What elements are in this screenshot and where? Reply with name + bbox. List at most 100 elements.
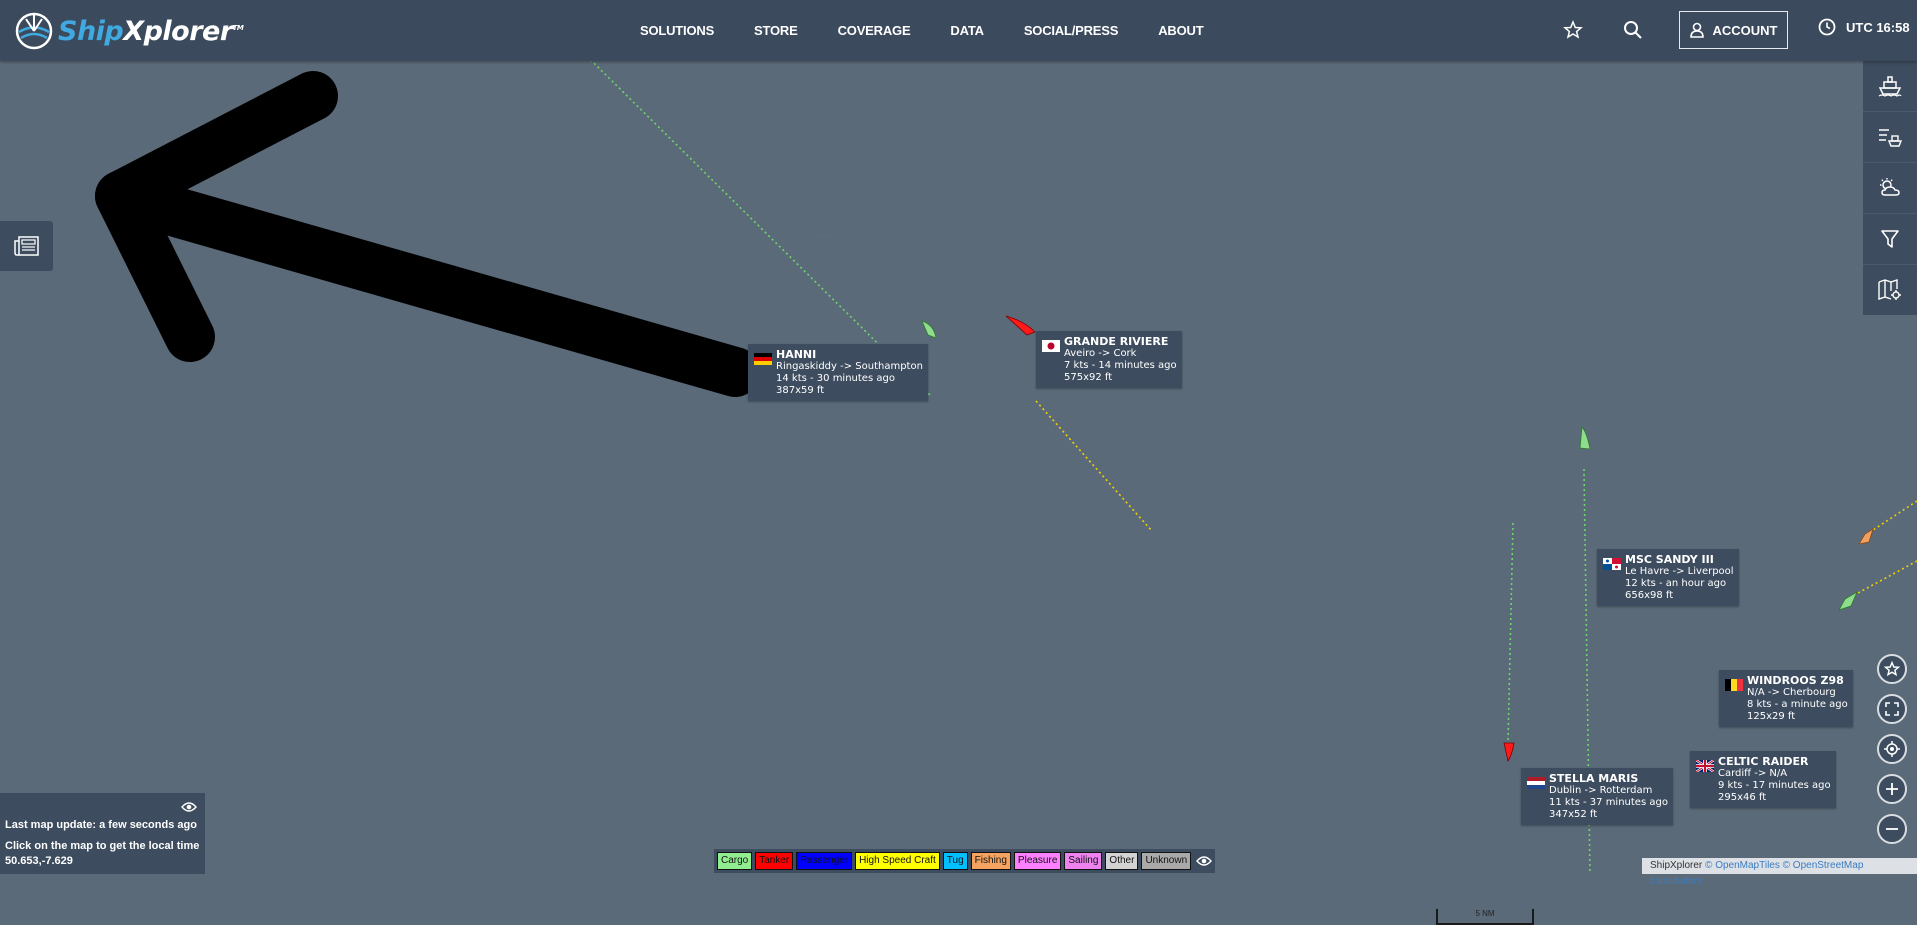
legend-pleasure[interactable]: Pleasure xyxy=(1013,852,1062,870)
ship-icon xyxy=(1878,76,1902,97)
fullscreen-icon xyxy=(1885,702,1899,716)
ship-name: WINDROOS Z98 xyxy=(1747,674,1844,687)
ship-route: Cardiff -> N/A xyxy=(1718,768,1788,779)
ship-size: 347x52 ft xyxy=(1549,809,1598,820)
ship-label-grande-riviere[interactable]: GRANDE RIVIERE Aveiro -> Cork 7 kts - 14… xyxy=(1036,331,1182,388)
nav-coverage[interactable]: COVERAGE xyxy=(838,23,911,38)
map-info-box: Last map update: a few seconds ago Click… xyxy=(0,793,205,874)
clock-time: UTC 16:58 xyxy=(1846,19,1910,35)
ship-status: 9 kts - 17 minutes ago xyxy=(1718,780,1831,791)
ship-label-celtic-raider[interactable]: CELTIC RAIDER Cardiff -> N/A 9 kts - 17 … xyxy=(1690,751,1836,808)
belgium-flag-icon xyxy=(1725,679,1743,691)
ship-track xyxy=(1507,522,1514,742)
shipxplorer-logo[interactable]: ShipXplorerTM xyxy=(14,10,244,52)
account-button[interactable]: ACCOUNT xyxy=(1679,11,1788,49)
ship-list-icon xyxy=(1879,129,1902,147)
nav-store[interactable]: STORE xyxy=(754,23,798,38)
ship-size: 656x98 ft xyxy=(1625,590,1674,601)
local-time-hint: Click on the map to get the local time xyxy=(5,840,200,852)
weather-button[interactable] xyxy=(1863,163,1917,214)
ship-icon-grande-riviere[interactable] xyxy=(1005,315,1036,336)
ship-route: Ringaskiddy -> Southampton xyxy=(776,361,923,372)
ship-name: GRANDE RIVIERE xyxy=(1064,335,1169,348)
nav-about[interactable]: ABOUT xyxy=(1158,23,1203,38)
ship-label-windroos-z98[interactable]: WINDROOS Z98 N/A -> Cherbourg 8 kts - a … xyxy=(1719,670,1853,727)
map-settings-button[interactable] xyxy=(1863,265,1917,315)
my-fleet-button[interactable] xyxy=(1863,61,1917,112)
ship-label-hanni[interactable]: HANNI Ringaskiddy -> Southampton 14 kts … xyxy=(748,344,928,401)
account-label: ACCOUNT xyxy=(1712,22,1778,38)
locate-button[interactable] xyxy=(1877,734,1907,764)
ship-icon-celtic-raider[interactable] xyxy=(1838,591,1858,611)
ship-icon-stella-maris[interactable] xyxy=(1503,742,1515,763)
filter-icon xyxy=(1881,230,1899,248)
ship-size: 125x29 ft xyxy=(1747,711,1796,722)
vessel-type-legend: Cargo Tanker Passenger High Speed Craft … xyxy=(714,849,1216,873)
ship-label-stella-maris[interactable]: STELLA MARIS Dublin -> Rotterdam 11 kts … xyxy=(1521,768,1673,825)
netherlands-flag-icon xyxy=(1527,777,1545,789)
ship-icon-windroos-z98[interactable] xyxy=(1858,528,1874,545)
clock-icon xyxy=(1818,18,1836,36)
legend-tanker[interactable]: Tanker xyxy=(755,852,794,870)
nav-solutions[interactable]: SOLUTIONS xyxy=(640,23,714,38)
map-overlay: · · · · xyxy=(95,61,1917,874)
ship-route: Dublin -> Rotterdam xyxy=(1549,785,1653,796)
cursor-coordinates: 50.653,-7.629 xyxy=(5,855,73,867)
panama-flag-icon xyxy=(1603,558,1621,570)
ship-route: Le Havre -> Liverpool xyxy=(1625,566,1734,577)
legend-high-speed-craft[interactable]: High Speed Craft xyxy=(855,852,940,870)
zoom-out-button[interactable] xyxy=(1877,814,1907,844)
legend-passenger[interactable]: Passenger xyxy=(796,852,853,870)
ship-list-button[interactable] xyxy=(1863,112,1917,163)
ship-name: HANNI xyxy=(776,348,817,361)
map-settings-icon xyxy=(1878,279,1901,300)
ship-size: 575x92 ft xyxy=(1064,372,1113,383)
star-icon[interactable] xyxy=(1561,18,1585,42)
ship-icon-msc-sandy-iii[interactable] xyxy=(1579,426,1591,450)
ship-track xyxy=(1846,560,1917,600)
ship-size: 387x59 ft xyxy=(776,385,825,396)
news-panel-toggle[interactable] xyxy=(0,221,53,271)
filter-button[interactable] xyxy=(1863,214,1917,265)
ship-route: N/A -> Cherbourg xyxy=(1747,687,1836,698)
nav-social-press[interactable]: SOCIAL/PRESS xyxy=(1024,23,1119,38)
eye-icon[interactable] xyxy=(1196,855,1213,867)
ship-status: 8 kts - a minute ago xyxy=(1747,699,1848,710)
ship-status: 7 kts - 14 minutes ago xyxy=(1064,360,1177,371)
legend-tug[interactable]: Tug xyxy=(942,852,968,870)
legend-cargo[interactable]: Cargo xyxy=(717,852,753,870)
map-attribution: ShipXplorer © OpenMapTiles © OpenStreetM… xyxy=(1642,858,1917,887)
favorites-button[interactable] xyxy=(1877,654,1907,684)
attribution-app: ShipXplorer xyxy=(1650,860,1703,871)
uk-flag-icon xyxy=(1696,760,1714,772)
legend-sailing[interactable]: Sailing xyxy=(1064,852,1103,870)
legend-unknown[interactable]: Unknown xyxy=(1141,852,1192,870)
fullscreen-button[interactable] xyxy=(1877,694,1907,724)
brand-name: ShipXplorerTM xyxy=(58,15,244,47)
legend-fishing[interactable]: Fishing xyxy=(970,852,1011,870)
ship-track xyxy=(1866,500,1917,535)
map-feature-label: · · · · xyxy=(818,234,831,241)
ship-status: 12 kts - an hour ago xyxy=(1625,578,1727,589)
ship-status: 11 kts - 37 minutes ago xyxy=(1549,797,1668,808)
legend-other[interactable]: Other xyxy=(1105,852,1139,870)
utc-clock: UTC 16:58 xyxy=(1818,18,1910,36)
map-canvas[interactable]: · · · · HANNI Ringaskiddy -> Southampton… xyxy=(0,61,1917,925)
germany-flag-icon xyxy=(754,353,772,365)
japan-flag-icon xyxy=(1042,340,1060,352)
nav-data[interactable]: DATA xyxy=(950,23,984,38)
zoom-in-button[interactable] xyxy=(1877,774,1907,804)
attribution-openmaptiles-link[interactable]: © OpenMapTiles xyxy=(1705,860,1780,871)
user-icon xyxy=(1689,22,1704,38)
top-navigation-bar: ShipXplorerTM SOLUTIONS STORE COVERAGE D… xyxy=(0,0,1917,61)
ship-label-msc-sandy-iii[interactable]: MSC SANDY III Le Havre -> Liverpool 12 k… xyxy=(1597,549,1739,606)
star-icon xyxy=(1884,661,1900,677)
minus-icon xyxy=(1886,828,1898,830)
search-icon[interactable] xyxy=(1621,18,1645,42)
ship-icon-hanni[interactable] xyxy=(921,320,937,339)
weather-icon xyxy=(1880,178,1900,196)
eye-icon[interactable] xyxy=(181,801,197,813)
ship-name: CELTIC RAIDER xyxy=(1718,755,1809,768)
globe-logo-icon xyxy=(15,12,53,50)
scale-bar: 5 NM xyxy=(1436,909,1534,925)
